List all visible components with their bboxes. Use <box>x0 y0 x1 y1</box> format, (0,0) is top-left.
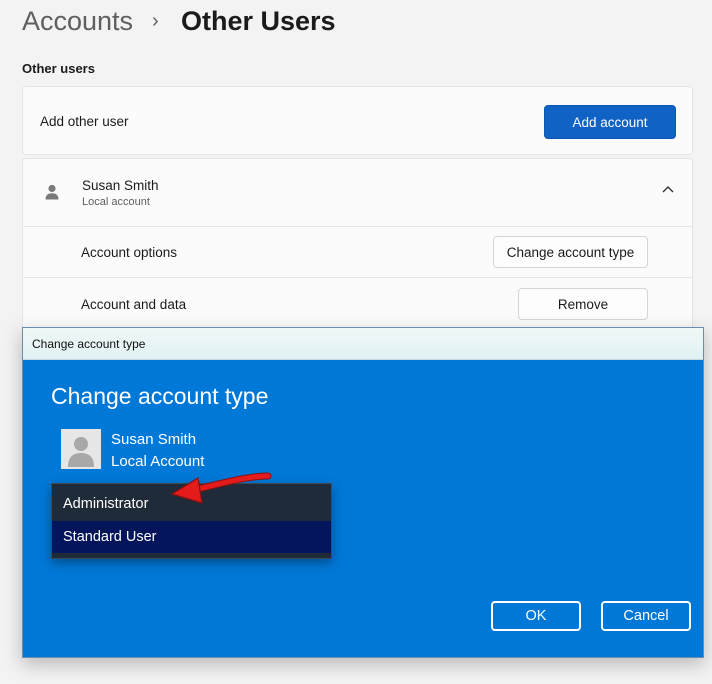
user-name: Susan Smith <box>82 178 159 193</box>
change-account-type-button[interactable]: Change account type <box>493 236 648 268</box>
person-silhouette-icon <box>68 437 94 467</box>
breadcrumb-accounts-link[interactable]: Accounts <box>22 6 133 37</box>
add-other-user-card: Add other user Add account <box>22 86 693 155</box>
page-title: Other Users <box>181 6 336 36</box>
remove-button[interactable]: Remove <box>518 288 648 320</box>
dialog-user-type: Local Account <box>111 453 205 470</box>
account-options-label: Account options <box>81 245 178 260</box>
ok-button[interactable]: OK <box>491 601 581 631</box>
dialog-titlebar[interactable]: Change account type <box>23 328 703 360</box>
user-card-susan-smith: Susan Smith Local account Account option… <box>22 158 693 345</box>
dialog-window-title: Change account type <box>32 337 146 351</box>
divider <box>23 226 692 227</box>
chevron-up-icon[interactable] <box>662 185 674 193</box>
avatar-icon <box>61 429 101 469</box>
option-administrator[interactable]: Administrator <box>52 488 331 520</box>
person-icon <box>45 184 59 200</box>
option-standard-user[interactable]: Standard User <box>52 521 331 553</box>
add-other-user-label: Add other user <box>40 114 129 129</box>
dialog-user-name: Susan Smith <box>111 431 197 448</box>
divider <box>23 277 692 278</box>
dialog-heading: Change account type <box>51 383 269 409</box>
account-type-dropdown[interactable]: Administrator Standard User <box>51 483 332 559</box>
user-account-type: Local account <box>82 196 150 208</box>
chevron-right-icon: › <box>152 10 159 32</box>
section-title-other-users: Other users <box>22 61 95 76</box>
change-account-type-dialog: Change account type Change account type … <box>22 327 704 658</box>
add-account-button[interactable]: Add account <box>544 105 676 139</box>
cancel-button[interactable]: Cancel <box>601 601 691 631</box>
account-and-data-label: Account and data <box>81 297 187 312</box>
